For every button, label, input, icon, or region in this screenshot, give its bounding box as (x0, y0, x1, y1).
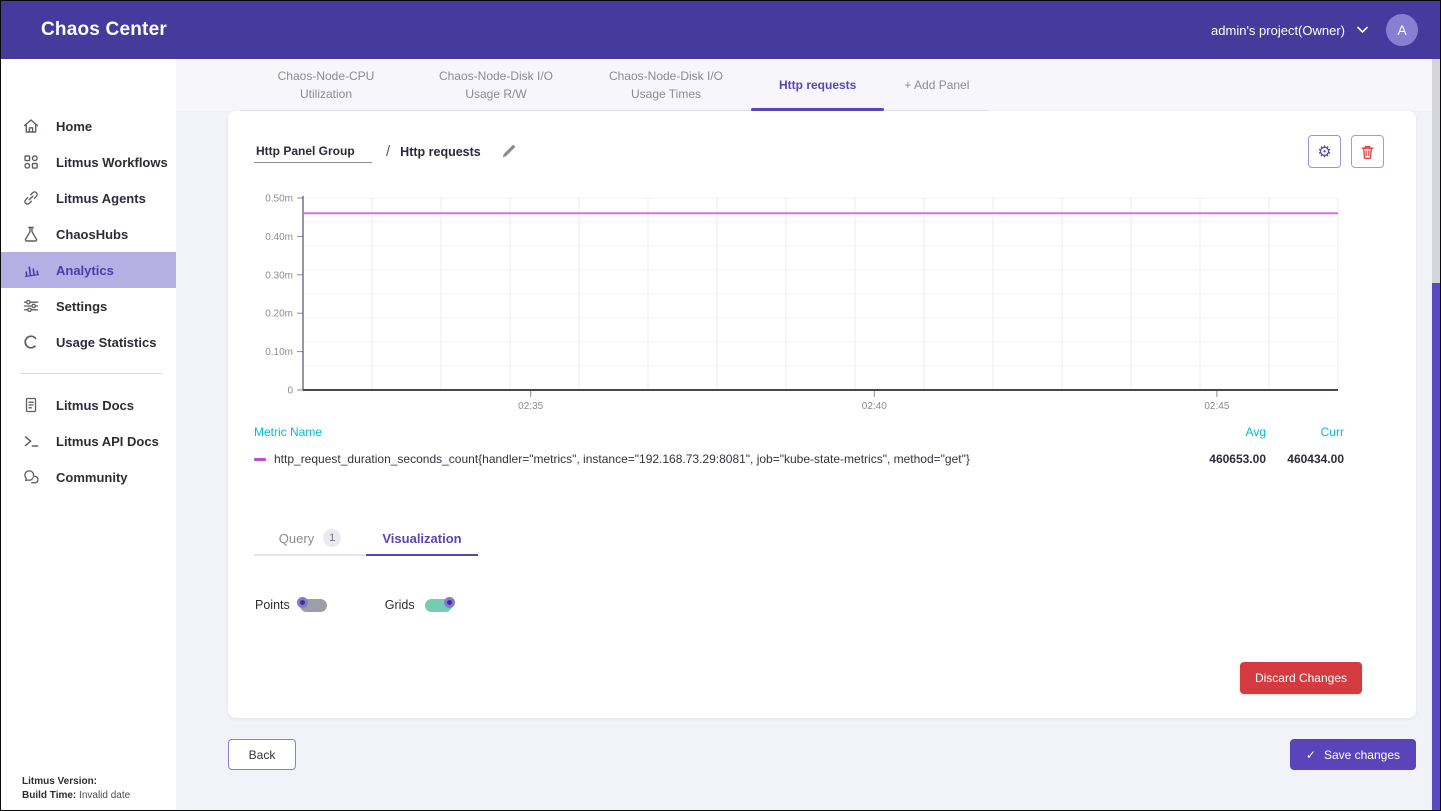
series-color-swatch (254, 458, 266, 461)
visualization-toggles: Points Grids (254, 598, 1384, 612)
svg-text:0.20m: 0.20m (265, 309, 293, 320)
build-time-label: Build Time: (22, 790, 76, 801)
points-toggle[interactable] (300, 599, 327, 612)
gear-icon: ⚙ (1317, 142, 1331, 162)
footer-actions: Back ✓ Save changes (228, 739, 1416, 770)
sidebar-item-litmus-agents[interactable]: Litmus Agents (1, 180, 176, 216)
tab-chaos-node-cpu-utilization[interactable]: Chaos-Node-CPU Utilization (241, 59, 411, 110)
build-time-value: Invalid date (79, 790, 130, 801)
api-docs-icon (22, 432, 40, 450)
checkmark-icon: ✓ (1306, 748, 1316, 762)
svg-text:02:45: 02:45 (1204, 401, 1229, 412)
svg-text:0.10m: 0.10m (265, 347, 293, 358)
back-button[interactable]: Back (228, 739, 296, 770)
svg-text:0.40m: 0.40m (265, 232, 293, 243)
legend-curr-header[interactable]: Curr (1266, 425, 1344, 439)
legend-avg-header[interactable]: Avg (1198, 425, 1266, 439)
project-selector-label: admin's project(Owner) (1211, 23, 1345, 38)
sidebar-item-usage-statistics[interactable]: Usage Statistics (1, 324, 176, 360)
panel-delete-button[interactable] (1351, 135, 1384, 168)
tab-chaos-node-disk-io-usage-times[interactable]: Chaos-Node-Disk I/O Usage Times (581, 59, 751, 110)
panel-name: Http requests (400, 145, 481, 159)
litmus-version-label: Litmus Version: (22, 776, 97, 787)
tab-add-panel[interactable]: + Add Panel (884, 59, 989, 110)
sidebar-item-chaoshubs[interactable]: ChaosHubs (1, 216, 176, 252)
agents-icon (22, 189, 40, 207)
chaos-center-app: Chaos Center admin's project(Owner) A Ho… (0, 0, 1441, 811)
panel-group-name-input[interactable] (254, 141, 372, 163)
discard-changes-button[interactable]: Discard Changes (1240, 662, 1362, 694)
avatar[interactable]: A (1386, 14, 1418, 46)
chaoshubs-icon (22, 225, 40, 243)
chart-legend: Metric Name Avg Curr http_request_durati… (254, 425, 1344, 466)
sidebar-item-analytics[interactable]: Analytics (1, 252, 176, 288)
svg-text:0: 0 (287, 386, 293, 397)
vertical-scrollbar[interactable] (1432, 59, 1440, 810)
panel-editor-card: / Http requests ⚙ 00.10m0.20m0.30m0.40m0… (228, 111, 1416, 718)
grids-toggle-group: Grids (385, 598, 452, 612)
save-changes-label: Save changes (1324, 748, 1400, 762)
scrollbar-thumb[interactable] (1432, 283, 1440, 810)
trash-icon (1360, 144, 1375, 160)
sidebar: Home Litmus Workflows Litmus Agents Chao… (1, 59, 176, 810)
grids-toggle[interactable] (425, 599, 452, 612)
save-changes-button[interactable]: ✓ Save changes (1290, 739, 1416, 770)
sidebar-item-litmus-docs[interactable]: Litmus Docs (1, 387, 176, 423)
chart-container: 0 0.10m 0.20m 0.30m 0.40m 0.50m 02:35 02:40 02:4… (254, 186, 1384, 419)
metric-name: http_request_duration_seconds_count{hand… (274, 452, 970, 466)
workflows-icon (22, 153, 40, 171)
tab-chaos-node-disk-io-usage-rw[interactable]: Chaos-Node-Disk I/O Usage R/W (411, 59, 581, 110)
tab-http-requests[interactable]: Http requests (751, 59, 884, 110)
sidebar-item-community[interactable]: Community (1, 459, 176, 495)
metric-curr-value: 460434.00 (1266, 452, 1344, 466)
panel-tabbar: Chaos-Node-CPU Utilization Chaos-Node-Di… (176, 59, 1440, 111)
project-selector[interactable]: admin's project(Owner) (1211, 23, 1368, 38)
legend-row: http_request_duration_seconds_count{hand… (254, 452, 1344, 466)
sidebar-item-home[interactable]: Home (1, 108, 176, 144)
app-title: Chaos Center (41, 19, 167, 41)
svg-text:02:35: 02:35 (518, 401, 543, 412)
tab-query[interactable]: Query 1 (254, 522, 366, 556)
usage-statistics-icon (22, 333, 40, 351)
sidebar-item-litmus-api-docs[interactable]: Litmus API Docs (1, 423, 176, 459)
panel-settings-button[interactable]: ⚙ (1308, 135, 1341, 168)
metric-avg-value: 460653.00 (1198, 452, 1266, 466)
sidebar-item-litmus-workflows[interactable]: Litmus Workflows (1, 144, 176, 180)
points-toggle-group: Points (255, 598, 327, 612)
chevron-down-icon (1357, 26, 1368, 34)
panel-header: / Http requests ⚙ (254, 135, 1384, 168)
docs-icon (22, 396, 40, 414)
tab-visualization[interactable]: Visualization (366, 522, 478, 556)
http-requests-chart: 0 0.10m 0.20m 0.30m 0.40m 0.50m 02:35 02:40 02:4… (254, 186, 1344, 414)
analytics-icon (22, 261, 40, 279)
edit-pencil-icon[interactable] (501, 144, 516, 159)
sidebar-footer: Litmus Version: Build Time: Invalid date (22, 775, 130, 802)
app-header: Chaos Center admin's project(Owner) A (1, 1, 1440, 59)
grids-toggle-label: Grids (385, 598, 415, 612)
legend-metric-name-header[interactable]: Metric Name (254, 425, 1198, 439)
svg-text:0.50m: 0.50m (265, 194, 293, 205)
sidebar-divider (20, 373, 162, 374)
query-count-badge: 1 (323, 529, 341, 547)
sidebar-item-settings[interactable]: Settings (1, 288, 176, 324)
breadcrumb-separator: / (386, 143, 390, 160)
svg-text:0.30m: 0.30m (265, 270, 293, 281)
points-toggle-label: Points (255, 598, 290, 612)
settings-icon (22, 297, 40, 315)
home-icon (22, 117, 40, 135)
svg-text:02:40: 02:40 (862, 401, 887, 412)
main-area: Chaos-Node-CPU Utilization Chaos-Node-Di… (176, 59, 1440, 810)
editor-tabs: Query 1 Visualization (254, 522, 1384, 556)
community-icon (22, 468, 40, 486)
